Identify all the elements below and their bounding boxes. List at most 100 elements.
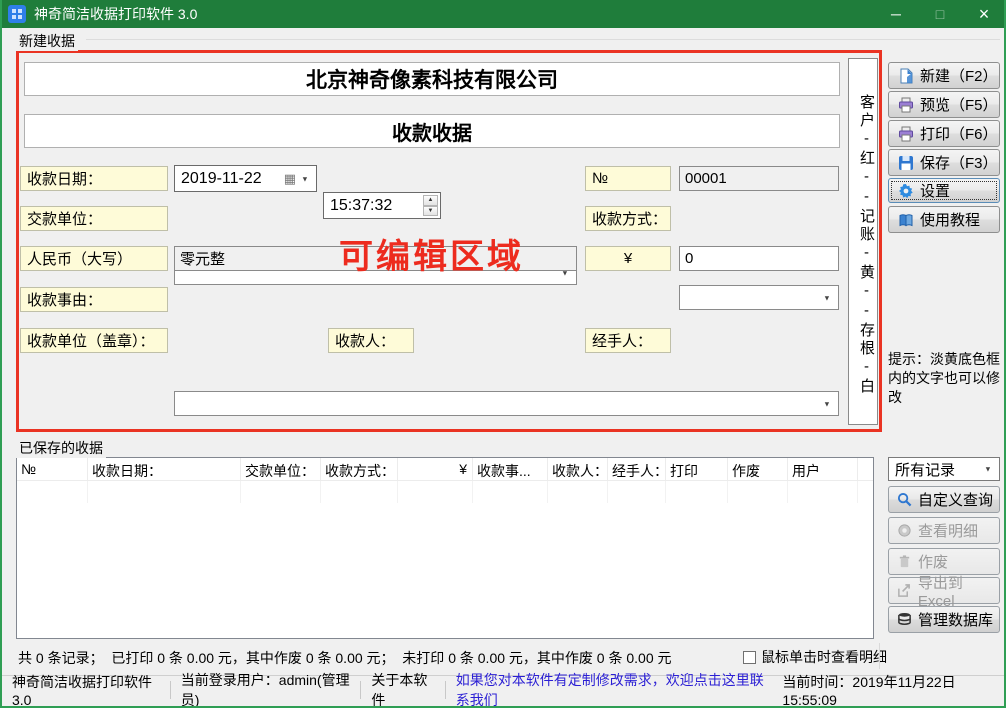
app-window: 神奇简洁收据打印软件 3.0 ─ □ × 新建收据 北京神奇像素科技有限公司 收… [0, 0, 1006, 708]
export-excel-button[interactable]: 导出到Excel [888, 577, 1000, 604]
new-receipt-group-label: 新建收据 [16, 31, 78, 51]
export-icon [897, 583, 912, 598]
print-button[interactable]: 打印（F6） [888, 120, 1000, 147]
group-divider [86, 39, 1000, 40]
column-header-voided[interactable]: 作废 [728, 458, 788, 480]
copy-color-strip: 客户-红--记账-黄--存根-白 [848, 58, 878, 425]
statusbar-current-time: 当前时间：2019年11月22日 15:55:09 [782, 672, 1004, 708]
method-label[interactable]: 收款方式： [585, 206, 671, 231]
company-name-input[interactable]: 北京神奇像素科技有限公司 [24, 62, 840, 96]
number-label[interactable]: № [585, 166, 671, 191]
column-header-user[interactable]: 用户 [788, 458, 858, 480]
record-filter-value: 所有记录 [895, 459, 955, 480]
settings-button-label: 设置 [920, 180, 950, 201]
save-button-label: 保存（F3） [920, 152, 998, 173]
column-header-reason[interactable]: 收款事... [473, 458, 548, 480]
manage-database-label: 管理数据库 [918, 609, 993, 630]
window-title: 神奇简洁收据打印软件 3.0 [34, 4, 197, 24]
payer-label[interactable]: 交款单位： [20, 206, 168, 231]
export-excel-label: 导出到Excel [918, 572, 999, 610]
receipt-title-input[interactable]: 收款收据 [24, 114, 840, 148]
amount-field[interactable]: 0 [679, 246, 839, 271]
number-field[interactable]: 00001 [679, 166, 839, 191]
divider [879, 643, 880, 669]
column-header-method[interactable]: 收款方式： [321, 458, 398, 480]
chevron-down-icon: ▼ [984, 465, 991, 474]
time-spinner: ▲ ▼ [423, 195, 438, 216]
record-filter-dropdown[interactable]: 所有记录 ▼ [888, 457, 1000, 481]
view-details-button[interactable]: 查看明细 [888, 517, 1000, 544]
amount-words-field[interactable]: 零元整 [174, 246, 577, 271]
column-header-payer[interactable]: 交款单位： [241, 458, 321, 480]
new-document-icon [898, 68, 914, 84]
save-icon [898, 155, 914, 171]
maximize-button[interactable]: □ [918, 0, 962, 28]
print-button-label: 打印（F6） [920, 123, 998, 144]
preview-button-label: 预览（F5） [920, 94, 998, 115]
custom-query-button[interactable]: 自定义查询 [888, 486, 1000, 513]
void-label: 作废 [918, 551, 948, 572]
date-value: 2019-11-22 [181, 170, 262, 188]
statusbar-current-user: 当前登录用户：admin(管理员) [171, 681, 362, 699]
reason-dropdown[interactable]: ▼ [174, 391, 839, 416]
view-on-click-checkbox[interactable] [743, 651, 756, 664]
printer-icon [898, 126, 914, 142]
statusbar-app-name: 神奇简洁收据打印软件 3.0 [2, 681, 171, 699]
new-button[interactable]: 新建（F2） [888, 62, 1000, 89]
column-header-date[interactable]: 收款日期： [88, 458, 241, 480]
yellow-fields-hint: 提示：淡黄底色框内的文字也可以修改 [888, 350, 1006, 407]
tutorial-button-label: 使用教程 [920, 209, 980, 230]
trash-icon [897, 554, 912, 569]
editable-receipt-area: 北京神奇像素科技有限公司 收款收据 收款日期： 2019-11-22 ▦ ▼ 1… [16, 50, 882, 432]
window-controls: ─ □ × [874, 0, 1006, 28]
save-button[interactable]: 保存（F3） [888, 149, 1000, 176]
reason-label[interactable]: 收款事由： [20, 287, 168, 312]
search-icon [897, 492, 912, 507]
view-details-label: 查看明细 [918, 520, 978, 541]
database-icon [897, 612, 912, 627]
app-icon [8, 5, 26, 23]
print-preview-icon [898, 97, 914, 113]
column-header-payee[interactable]: 收款人： [548, 458, 608, 480]
method-dropdown[interactable]: ▼ [679, 285, 839, 310]
statusbar-contact-link[interactable]: 如果您对本软件有定制修改需求，欢迎点击这里联系我们 [446, 681, 783, 699]
book-icon [898, 212, 914, 228]
column-header-number[interactable]: № [17, 458, 88, 480]
yuan-label[interactable]: ¥ [585, 246, 671, 271]
time-picker[interactable]: 15:37:32 ▲ ▼ [323, 192, 441, 219]
tutorial-button[interactable]: 使用教程 [888, 206, 1000, 233]
chevron-down-icon: ▼ [823, 399, 830, 408]
chevron-down-icon: ▼ [823, 293, 830, 302]
column-header-printed[interactable]: 打印 [666, 458, 728, 480]
payee-label[interactable]: 收款人： [328, 328, 414, 353]
date-picker[interactable]: 2019-11-22 ▦ ▼ [174, 165, 317, 192]
statusbar: 神奇简洁收据打印软件 3.0 当前登录用户：admin(管理员) 关于本软件 如… [2, 675, 1004, 704]
column-header-amount[interactable]: ¥ [398, 458, 473, 480]
custom-query-label: 自定义查询 [918, 489, 993, 510]
time-value: 15:37:32 [330, 197, 392, 215]
minimize-button[interactable]: ─ [874, 0, 918, 28]
table-row [17, 481, 873, 503]
settings-button[interactable]: 设置 [888, 178, 1000, 203]
view-on-click-option[interactable]: 鼠标单击时查看明细 [743, 647, 887, 667]
handler-label[interactable]: 经手人： [585, 328, 671, 353]
chevron-down-icon[interactable]: ▼ [301, 174, 308, 183]
date-label[interactable]: 收款日期： [20, 166, 168, 191]
view-details-icon [897, 523, 912, 538]
preview-button[interactable]: 预览（F5） [888, 91, 1000, 118]
manage-database-button[interactable]: 管理数据库 [888, 606, 1000, 633]
new-button-label: 新建（F2） [920, 65, 998, 86]
close-button[interactable]: × [962, 0, 1006, 28]
spinner-down-icon[interactable]: ▼ [423, 206, 438, 217]
gear-icon [898, 183, 914, 199]
view-on-click-label: 鼠标单击时查看明细 [761, 647, 887, 667]
amount-words-label[interactable]: 人民币（大写） [20, 246, 168, 271]
column-header-handler[interactable]: 经手人： [608, 458, 666, 480]
titlebar: 神奇简洁收据打印软件 3.0 ─ □ × [0, 0, 1006, 28]
calendar-icon: ▦ [284, 171, 296, 187]
spinner-up-icon[interactable]: ▲ [423, 195, 438, 206]
stamp-label[interactable]: 收款单位（盖章）： [20, 328, 168, 353]
statusbar-about-link[interactable]: 关于本软件 [361, 681, 445, 699]
table-header-row: № 收款日期： 交款单位： 收款方式： ¥ 收款事... 收款人： 经手人： 打… [17, 458, 873, 481]
saved-receipts-table[interactable]: № 收款日期： 交款单位： 收款方式： ¥ 收款事... 收款人： 经手人： 打… [16, 457, 874, 639]
